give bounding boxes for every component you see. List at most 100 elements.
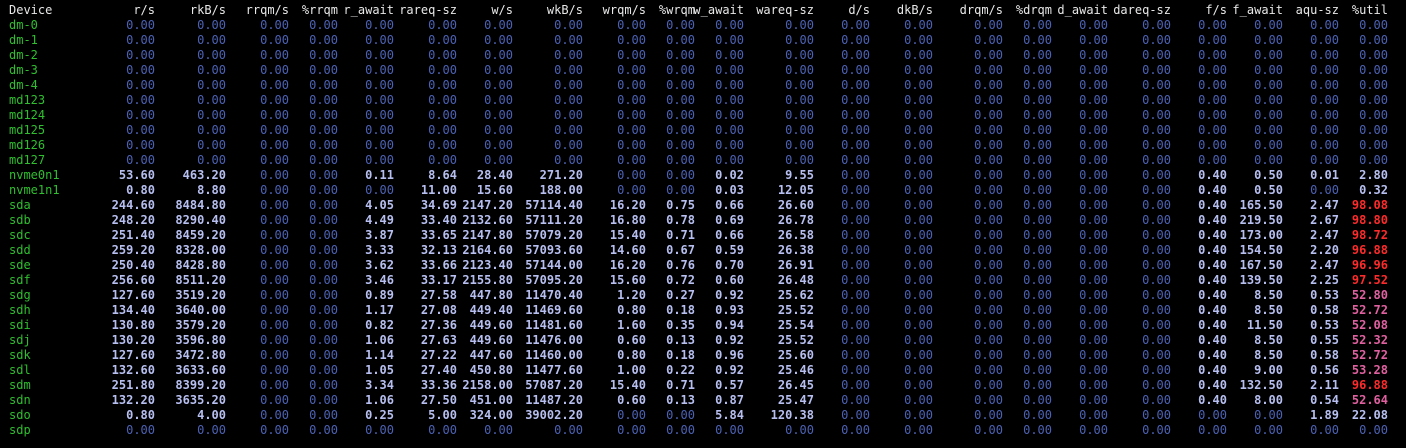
metric-aqu-sz: 0.53: [1310, 288, 1339, 302]
metric-pct-drqm: 0.00: [1023, 153, 1052, 167]
metric-pct-rrqm: 0.00: [309, 288, 338, 302]
metric-w-s: 2132.60: [462, 213, 513, 227]
metric-r-await: 0.11: [365, 168, 394, 182]
metric-pct-drqm: 0.00: [1023, 138, 1052, 152]
metric-rkb-s: 0.00: [197, 18, 226, 32]
metric-f-s: 0.40: [1198, 228, 1227, 242]
metric-dareq-sz: 0.00: [1142, 288, 1171, 302]
column-header-pct-wrqm: %wrqm: [658, 3, 695, 17]
metric-pct-rrqm: 0.00: [309, 168, 338, 182]
metric-w-await: 0.92: [715, 333, 744, 347]
metric-dkb-s: 0.00: [904, 63, 933, 77]
metric-wrqm-s: 0.00: [617, 78, 646, 92]
metric-pct-drqm: 0.00: [1023, 93, 1052, 107]
device-row-md125: md125 0.00 0.00 0.00 0.00 0.00 0.00 0.00 0.00 0.0…: [0, 123, 1406, 138]
metric-r-await: 1.17: [365, 303, 394, 317]
metric-d-s: 0.00: [841, 258, 870, 272]
metric-d-await: 0.00: [1079, 213, 1108, 227]
metric-r-s: 132.20: [111, 393, 155, 407]
metric-rareq-sz: 33.36: [420, 378, 457, 392]
column-header-f-await: f_await: [1232, 3, 1283, 17]
metric-d-await: 0.00: [1079, 63, 1108, 77]
device-name: sdb: [9, 213, 31, 227]
metric-f-await: 0.00: [1254, 123, 1283, 137]
metric-f-await: 219.50: [1239, 213, 1283, 227]
metric-d-s: 0.00: [841, 63, 870, 77]
metric-dareq-sz: 0.00: [1142, 108, 1171, 122]
metric-w-s: 450.80: [469, 363, 513, 377]
metric-pct-wrqm: 0.27: [666, 288, 695, 302]
metric-wrqm-s: 0.80: [617, 348, 646, 362]
metric-w-s: 0.00: [484, 93, 513, 107]
metric-rrqm-s: 0.00: [260, 48, 289, 62]
metric-r-s: 0.00: [126, 48, 155, 62]
column-header-w-s: w/s: [491, 3, 513, 17]
metric-rrqm-s: 0.00: [260, 258, 289, 272]
metric-rrqm-s: 0.00: [260, 78, 289, 92]
metric-aqu-sz: 0.00: [1310, 33, 1339, 47]
metric-r-s: 0.00: [126, 63, 155, 77]
metric-d-await: 0.00: [1079, 93, 1108, 107]
metric-wkb-s: 0.00: [554, 153, 583, 167]
metric-pct-drqm: 0.00: [1023, 63, 1052, 77]
metric-pct-rrqm: 0.00: [309, 228, 338, 242]
device-row-sdj: sdj 130.20 3596.80 0.00 0.00 1.06 27.63 449.60 1…: [0, 333, 1406, 348]
metric-w-s: 0.00: [484, 78, 513, 92]
metric-d-await: 0.00: [1079, 333, 1108, 347]
metric-r-await: 1.05: [365, 363, 394, 377]
metric-drqm-s: 0.00: [974, 348, 1003, 362]
metric-rkb-s: 0.00: [197, 93, 226, 107]
metric-rareq-sz: 0.00: [428, 18, 457, 32]
metric-dkb-s: 0.00: [904, 183, 933, 197]
metric-wkb-s: 188.00: [539, 183, 583, 197]
metric-drqm-s: 0.00: [974, 168, 1003, 182]
metric-wareq-sz: 9.55: [785, 168, 814, 182]
metric-pct-util: 0.32: [1359, 183, 1388, 197]
metric-rareq-sz: 0.00: [428, 138, 457, 152]
metric-d-s: 0.00: [841, 288, 870, 302]
metric-wrqm-s: 1.60: [617, 318, 646, 332]
metric-pct-util: 96.88: [1351, 243, 1388, 257]
metric-f-await: 0.00: [1254, 33, 1283, 47]
metric-rrqm-s: 0.00: [260, 273, 289, 287]
metric-wareq-sz: 26.78: [777, 213, 814, 227]
metric-d-await: 0.00: [1079, 168, 1108, 182]
metric-wareq-sz: 25.60: [777, 348, 814, 362]
metric-aqu-sz: 0.00: [1310, 153, 1339, 167]
metric-wkb-s: 11477.60: [525, 363, 583, 377]
metric-pct-drqm: 0.00: [1023, 408, 1052, 422]
metric-rkb-s: 0.00: [197, 48, 226, 62]
metric-wareq-sz: 0.00: [785, 93, 814, 107]
metric-dareq-sz: 0.00: [1142, 273, 1171, 287]
metric-r-s: 0.80: [126, 183, 155, 197]
metric-drqm-s: 0.00: [974, 48, 1003, 62]
metric-drqm-s: 0.00: [974, 63, 1003, 77]
device-row-sdf: sdf 256.60 8511.20 0.00 0.00 3.46 33.17 2155.80…: [0, 273, 1406, 288]
metric-rkb-s: 0.00: [197, 78, 226, 92]
metric-f-s: 0.00: [1198, 423, 1227, 437]
metric-r-await: 0.00: [365, 63, 394, 77]
column-header-dkb-s: dkB/s: [896, 3, 933, 17]
metric-pct-wrqm: 0.00: [666, 168, 695, 182]
device-name: sdo: [9, 408, 31, 422]
metric-pct-drqm: 0.00: [1023, 348, 1052, 362]
metric-d-s: 0.00: [841, 318, 870, 332]
metric-dkb-s: 0.00: [904, 138, 933, 152]
metric-wrqm-s: 0.00: [617, 108, 646, 122]
metric-pct-wrqm: 0.00: [666, 63, 695, 77]
metric-dareq-sz: 0.00: [1142, 408, 1171, 422]
metric-pct-drqm: 0.00: [1023, 78, 1052, 92]
metric-d-await: 0.00: [1079, 78, 1108, 92]
metric-f-await: 0.00: [1254, 93, 1283, 107]
metric-w-await: 0.87: [715, 393, 744, 407]
metric-rareq-sz: 0.00: [428, 33, 457, 47]
metric-r-s: 244.60: [111, 198, 155, 212]
metric-r-s: 251.40: [111, 228, 155, 242]
metric-r-s: 0.00: [126, 123, 155, 137]
metric-drqm-s: 0.00: [974, 213, 1003, 227]
metric-pct-rrqm: 0.00: [309, 78, 338, 92]
metric-rareq-sz: 0.00: [428, 153, 457, 167]
metric-drqm-s: 0.00: [974, 123, 1003, 137]
metric-rkb-s: 4.00: [197, 408, 226, 422]
column-header-wkb-s: wkB/s: [546, 3, 583, 17]
